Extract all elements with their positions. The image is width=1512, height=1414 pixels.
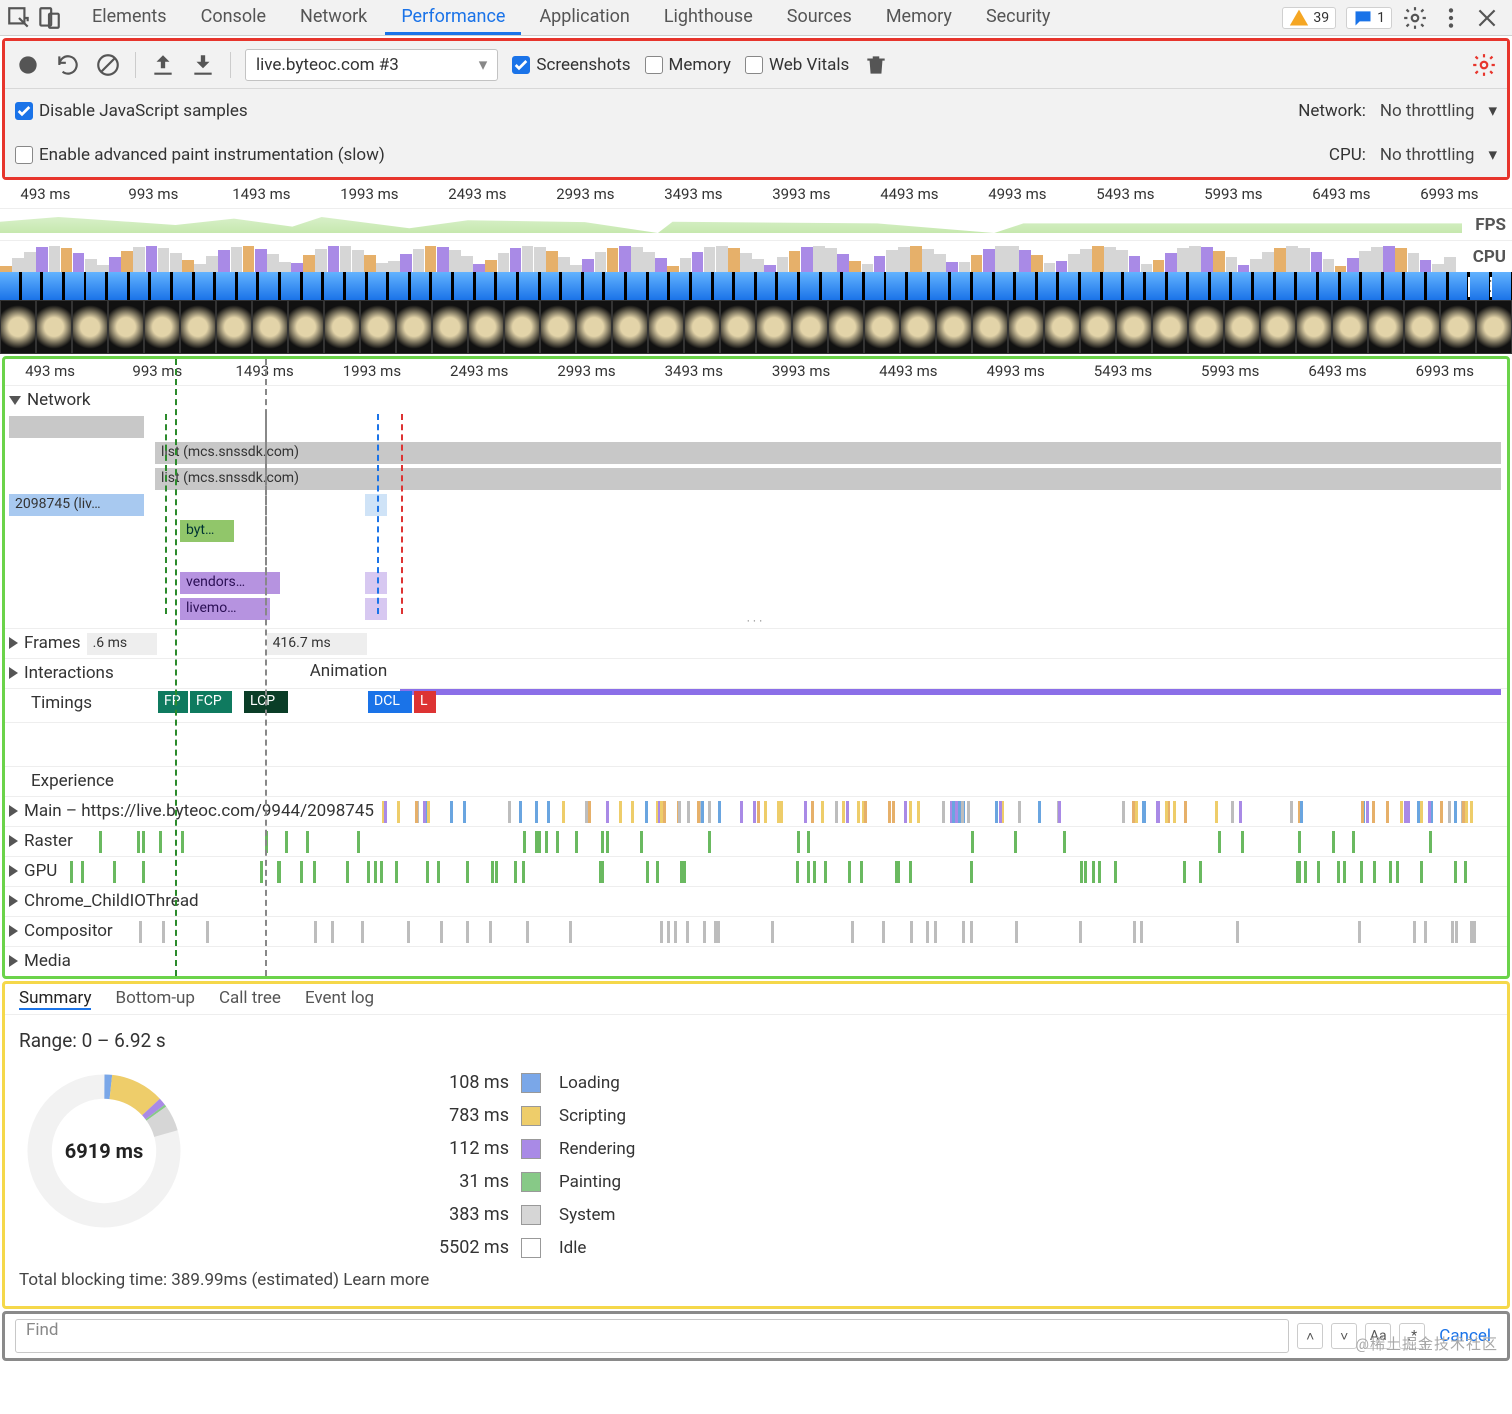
fps-row: FPS — [0, 208, 1512, 240]
swatch-loading — [521, 1073, 541, 1093]
screenshots-checkbox[interactable]: Screenshots — [512, 55, 630, 75]
lane-interactions[interactable]: Interactions — [24, 663, 114, 683]
case-sensitive-button[interactable]: Aa — [1365, 1323, 1391, 1349]
cancel-button[interactable]: Cancel — [1433, 1326, 1497, 1346]
swatch-painting — [521, 1172, 541, 1192]
donut-chart: 6919 ms — [19, 1066, 189, 1236]
cpu-throttle-label: CPU: — [1329, 145, 1366, 165]
recording-controls: live.byteoc.com #3▾ Screenshots Memory W… — [2, 38, 1510, 180]
lane-frames[interactable]: Frames — [24, 633, 81, 653]
cpu-throttle-select[interactable]: No throttling▾ — [1380, 145, 1497, 165]
paint-instrumentation-checkbox[interactable]: Enable advanced paint instrumentation (s… — [15, 145, 385, 165]
panel-tabs: ElementsConsoleNetworkPerformanceApplica… — [70, 0, 1278, 35]
device-toggle-icon[interactable] — [36, 5, 62, 31]
lane-experience: Experience — [31, 771, 114, 791]
chevron-down-icon: ▾ — [1488, 101, 1497, 121]
trash-icon[interactable] — [863, 52, 889, 78]
webvitals-checkbox[interactable]: Web Vitals — [745, 55, 849, 75]
tab-lighthouse[interactable]: Lighthouse — [648, 0, 769, 35]
summary-tab-bottom-up[interactable]: Bottom-up — [115, 988, 194, 1010]
lane-main[interactable]: Main – https://live.byteoc.com/9944/2098… — [24, 801, 374, 821]
summary-tabs: Summary Bottom-up Call tree Event log — [5, 984, 1507, 1015]
tab-memory[interactable]: Memory — [870, 0, 968, 35]
recording-select[interactable]: live.byteoc.com #3▾ — [245, 49, 498, 81]
flame-ruler: 493 ms993 ms1493 ms1993 ms2493 ms2993 ms… — [5, 359, 1507, 385]
upload-icon[interactable] — [150, 52, 176, 78]
inspect-icon[interactable] — [6, 5, 32, 31]
lane-network[interactable]: Network — [27, 390, 91, 410]
settings-icon[interactable] — [1402, 5, 1428, 31]
screenshot-thumbnails[interactable] — [0, 300, 1512, 354]
network-lane-body: list (mcs.snssdk.com) list (mcs.snssdk.c… — [5, 414, 1507, 614]
summary-panel: Summary Bottom-up Call tree Event log Range… — [2, 981, 1510, 1309]
swatch-system — [521, 1205, 541, 1225]
tab-console[interactable]: Console — [185, 0, 282, 35]
swatch-idle — [521, 1238, 541, 1258]
network-throttle-select[interactable]: No throttling▾ — [1380, 101, 1497, 121]
more-icon[interactable] — [1438, 5, 1464, 31]
lane-gpu[interactable]: GPU — [24, 861, 57, 881]
lane-media[interactable]: Media — [24, 951, 71, 971]
prev-match-icon[interactable]: ˄ — [1297, 1323, 1323, 1349]
tab-application[interactable]: Application — [523, 0, 645, 35]
overview[interactable]: 493 ms993 ms1493 ms1993 ms2493 ms2993 ms… — [0, 182, 1512, 354]
tab-network[interactable]: Network — [284, 0, 383, 35]
warnings-badge[interactable]: 39 — [1282, 7, 1336, 29]
lane-childio[interactable]: Chrome_ChildIOThread — [24, 891, 199, 911]
overview-ruler: 493 ms993 ms1493 ms1993 ms2493 ms2993 ms… — [0, 182, 1512, 208]
range-label: Range: 0 – 6.92 s — [5, 1015, 1507, 1056]
summary-tab-summary[interactable]: Summary — [19, 988, 91, 1010]
legend: 108 msLoading783 msScripting112 msRender… — [209, 1066, 635, 1264]
tab-sources[interactable]: Sources — [771, 0, 868, 35]
download-icon[interactable] — [190, 52, 216, 78]
tab-elements[interactable]: Elements — [76, 0, 183, 35]
summary-tab-call-tree[interactable]: Call tree — [219, 988, 281, 1010]
devtools-tabbar: ElementsConsoleNetworkPerformanceApplica… — [0, 0, 1512, 36]
close-icon[interactable] — [1474, 5, 1500, 31]
chevron-down-icon: ▾ — [479, 55, 488, 75]
capture-settings-icon[interactable] — [1471, 52, 1497, 78]
lane-timings: Timings — [31, 693, 92, 713]
find-input[interactable]: Find — [15, 1319, 1289, 1353]
disable-js-samples-checkbox[interactable]: Disable JavaScript samples — [15, 101, 248, 121]
swatch-rendering — [521, 1139, 541, 1159]
memory-checkbox[interactable]: Memory — [645, 55, 731, 75]
cpu-row: CPU — [0, 240, 1512, 272]
chevron-down-icon: ▾ — [1488, 145, 1497, 165]
tab-security[interactable]: Security — [970, 0, 1066, 35]
messages-badge[interactable]: 1 — [1346, 7, 1392, 29]
clear-icon[interactable] — [95, 52, 121, 78]
summary-tab-event-log[interactable]: Event log — [305, 988, 374, 1010]
regex-button[interactable]: .* — [1399, 1323, 1425, 1349]
network-throttle-label: Network: — [1298, 101, 1366, 121]
lane-compositor[interactable]: Compositor — [24, 921, 113, 941]
swatch-scripting — [521, 1106, 541, 1126]
tab-performance[interactable]: Performance — [385, 0, 521, 35]
next-match-icon[interactable]: ˅ — [1331, 1323, 1357, 1349]
record-icon[interactable] — [15, 52, 41, 78]
reload-icon[interactable] — [55, 52, 81, 78]
flame-chart[interactable]: 493 ms993 ms1493 ms1993 ms2493 ms2993 ms… — [2, 356, 1510, 979]
net-row: NET — [0, 272, 1512, 300]
find-bar: Find ˄ ˅ Aa .* Cancel — [2, 1311, 1510, 1361]
tbt-text: Total blocking time: 389.99ms (estimated… — [5, 1264, 1507, 1296]
lane-raster[interactable]: Raster — [24, 831, 73, 851]
